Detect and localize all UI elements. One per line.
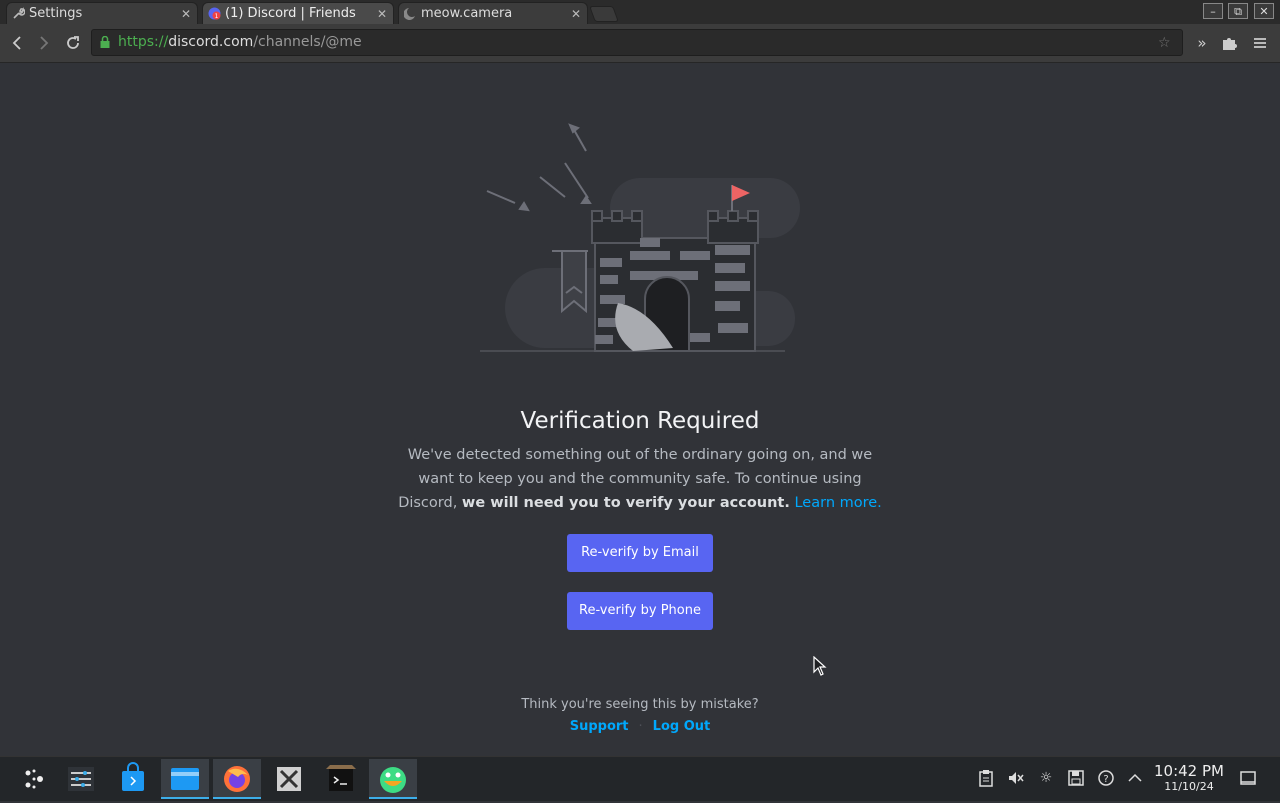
android-app-button[interactable] bbox=[369, 759, 417, 799]
close-tab-icon[interactable]: ✕ bbox=[181, 3, 191, 24]
extensions-button[interactable] bbox=[1218, 32, 1240, 54]
svg-text:?: ? bbox=[1103, 774, 1108, 785]
terminal-icon bbox=[326, 765, 356, 791]
mistake-prompt: Think you're seeing this by mistake? bbox=[521, 697, 759, 712]
brightness-icon[interactable]: ☼ bbox=[1037, 769, 1055, 787]
wrench-icon bbox=[13, 7, 25, 19]
file-manager-button[interactable] bbox=[161, 759, 209, 799]
reload-button[interactable] bbox=[62, 32, 84, 54]
url-text: https://discord.com/channels/@me bbox=[118, 30, 362, 55]
reload-icon bbox=[67, 36, 79, 49]
tab-title: (1) Discord | Friends bbox=[225, 6, 356, 21]
file-manager-icon bbox=[171, 768, 199, 790]
android-icon bbox=[380, 767, 406, 793]
moon-icon bbox=[404, 8, 415, 20]
forward-arrow-icon bbox=[40, 36, 49, 50]
url-host: discord.com bbox=[168, 34, 254, 50]
close-tab-icon[interactable]: ✕ bbox=[571, 3, 581, 24]
clipboard-icon[interactable] bbox=[977, 769, 995, 787]
new-tab-button[interactable] bbox=[589, 6, 619, 22]
lock-icon bbox=[100, 36, 110, 48]
tab-meow-camera[interactable]: meow.camera ✕ bbox=[398, 2, 588, 24]
help-icon[interactable]: ? bbox=[1097, 769, 1115, 787]
launcher-button[interactable] bbox=[10, 759, 58, 799]
footer-links: Support · Log Out bbox=[0, 719, 1280, 734]
volume-muted-icon[interactable] bbox=[1007, 769, 1025, 787]
terminal-button[interactable] bbox=[317, 759, 365, 799]
mouse-cursor-icon bbox=[813, 656, 827, 676]
save-disk-icon[interactable] bbox=[1067, 769, 1085, 787]
browser-toolbar: https://discord.com/channels/@me ☆ » bbox=[0, 24, 1280, 63]
minimize-button[interactable]: – bbox=[1203, 3, 1223, 19]
address-bar[interactable]: https://discord.com/channels/@me ☆ bbox=[91, 29, 1183, 56]
clock-time: 10:42 PM bbox=[1154, 762, 1224, 780]
chevron-up-icon[interactable] bbox=[1126, 769, 1144, 787]
tab-discord[interactable]: 1 (1) Discord | Friends ✕ bbox=[202, 2, 394, 24]
page-title: Verification Required bbox=[520, 408, 760, 434]
description-emphasis: we will need you to verify your account. bbox=[461, 495, 790, 511]
learn-more-link[interactable]: Learn more. bbox=[794, 495, 881, 511]
url-scheme: https:// bbox=[118, 34, 169, 50]
discord-icon: 1 bbox=[208, 7, 221, 20]
reverify-email-button[interactable]: Re-verify by Email bbox=[567, 534, 713, 572]
x-app-button[interactable] bbox=[265, 759, 313, 799]
hamburger-icon bbox=[1254, 38, 1266, 48]
close-window-button[interactable]: ✕ bbox=[1254, 3, 1274, 19]
logout-link[interactable]: Log Out bbox=[653, 719, 711, 734]
tab-strip: Settings ✕ 1 (1) Discord | Friends ✕ meo… bbox=[0, 0, 1280, 24]
overflow-chevron-icon[interactable]: » bbox=[1191, 32, 1213, 54]
show-desktop-icon[interactable] bbox=[1239, 769, 1257, 787]
tab-settings[interactable]: Settings ✕ bbox=[6, 2, 198, 24]
system-settings-button[interactable] bbox=[57, 759, 105, 799]
menu-button[interactable] bbox=[1249, 32, 1271, 54]
x-app-icon bbox=[277, 767, 301, 791]
discord-verification-page: Verification Required We've detected som… bbox=[0, 63, 1280, 756]
taskbar: ☼ ? 10:42 PM 11/10/24 bbox=[0, 756, 1280, 801]
puzzle-icon bbox=[1223, 38, 1237, 50]
bookmark-star-icon[interactable]: ☆ bbox=[1158, 35, 1174, 51]
discover-store-button[interactable] bbox=[109, 759, 157, 799]
settings-sliders-icon bbox=[68, 767, 94, 791]
separator-dot: · bbox=[638, 719, 643, 734]
castle-illustration bbox=[480, 123, 800, 352]
notification-badge: 1 bbox=[215, 13, 219, 20]
store-icon bbox=[122, 762, 144, 791]
back-button[interactable] bbox=[6, 32, 28, 54]
firefox-button[interactable] bbox=[213, 759, 261, 799]
forward-button[interactable] bbox=[33, 32, 55, 54]
verification-description: We've detected something out of the ordi… bbox=[390, 443, 890, 515]
clock[interactable]: 10:42 PM 11/10/24 bbox=[1152, 762, 1226, 793]
restore-button[interactable]: ⧉ bbox=[1228, 3, 1248, 19]
close-tab-icon[interactable]: ✕ bbox=[377, 3, 387, 24]
back-arrow-icon bbox=[12, 36, 21, 50]
url-path: /channels/@me bbox=[253, 34, 362, 50]
launcher-icon bbox=[25, 769, 43, 789]
tab-title: meow.camera bbox=[421, 6, 513, 21]
reverify-phone-button[interactable]: Re-verify by Phone bbox=[567, 592, 713, 630]
support-link[interactable]: Support bbox=[570, 719, 629, 734]
clock-date: 11/10/24 bbox=[1164, 780, 1214, 793]
firefox-icon bbox=[224, 766, 250, 792]
tab-title: Settings bbox=[29, 6, 83, 21]
